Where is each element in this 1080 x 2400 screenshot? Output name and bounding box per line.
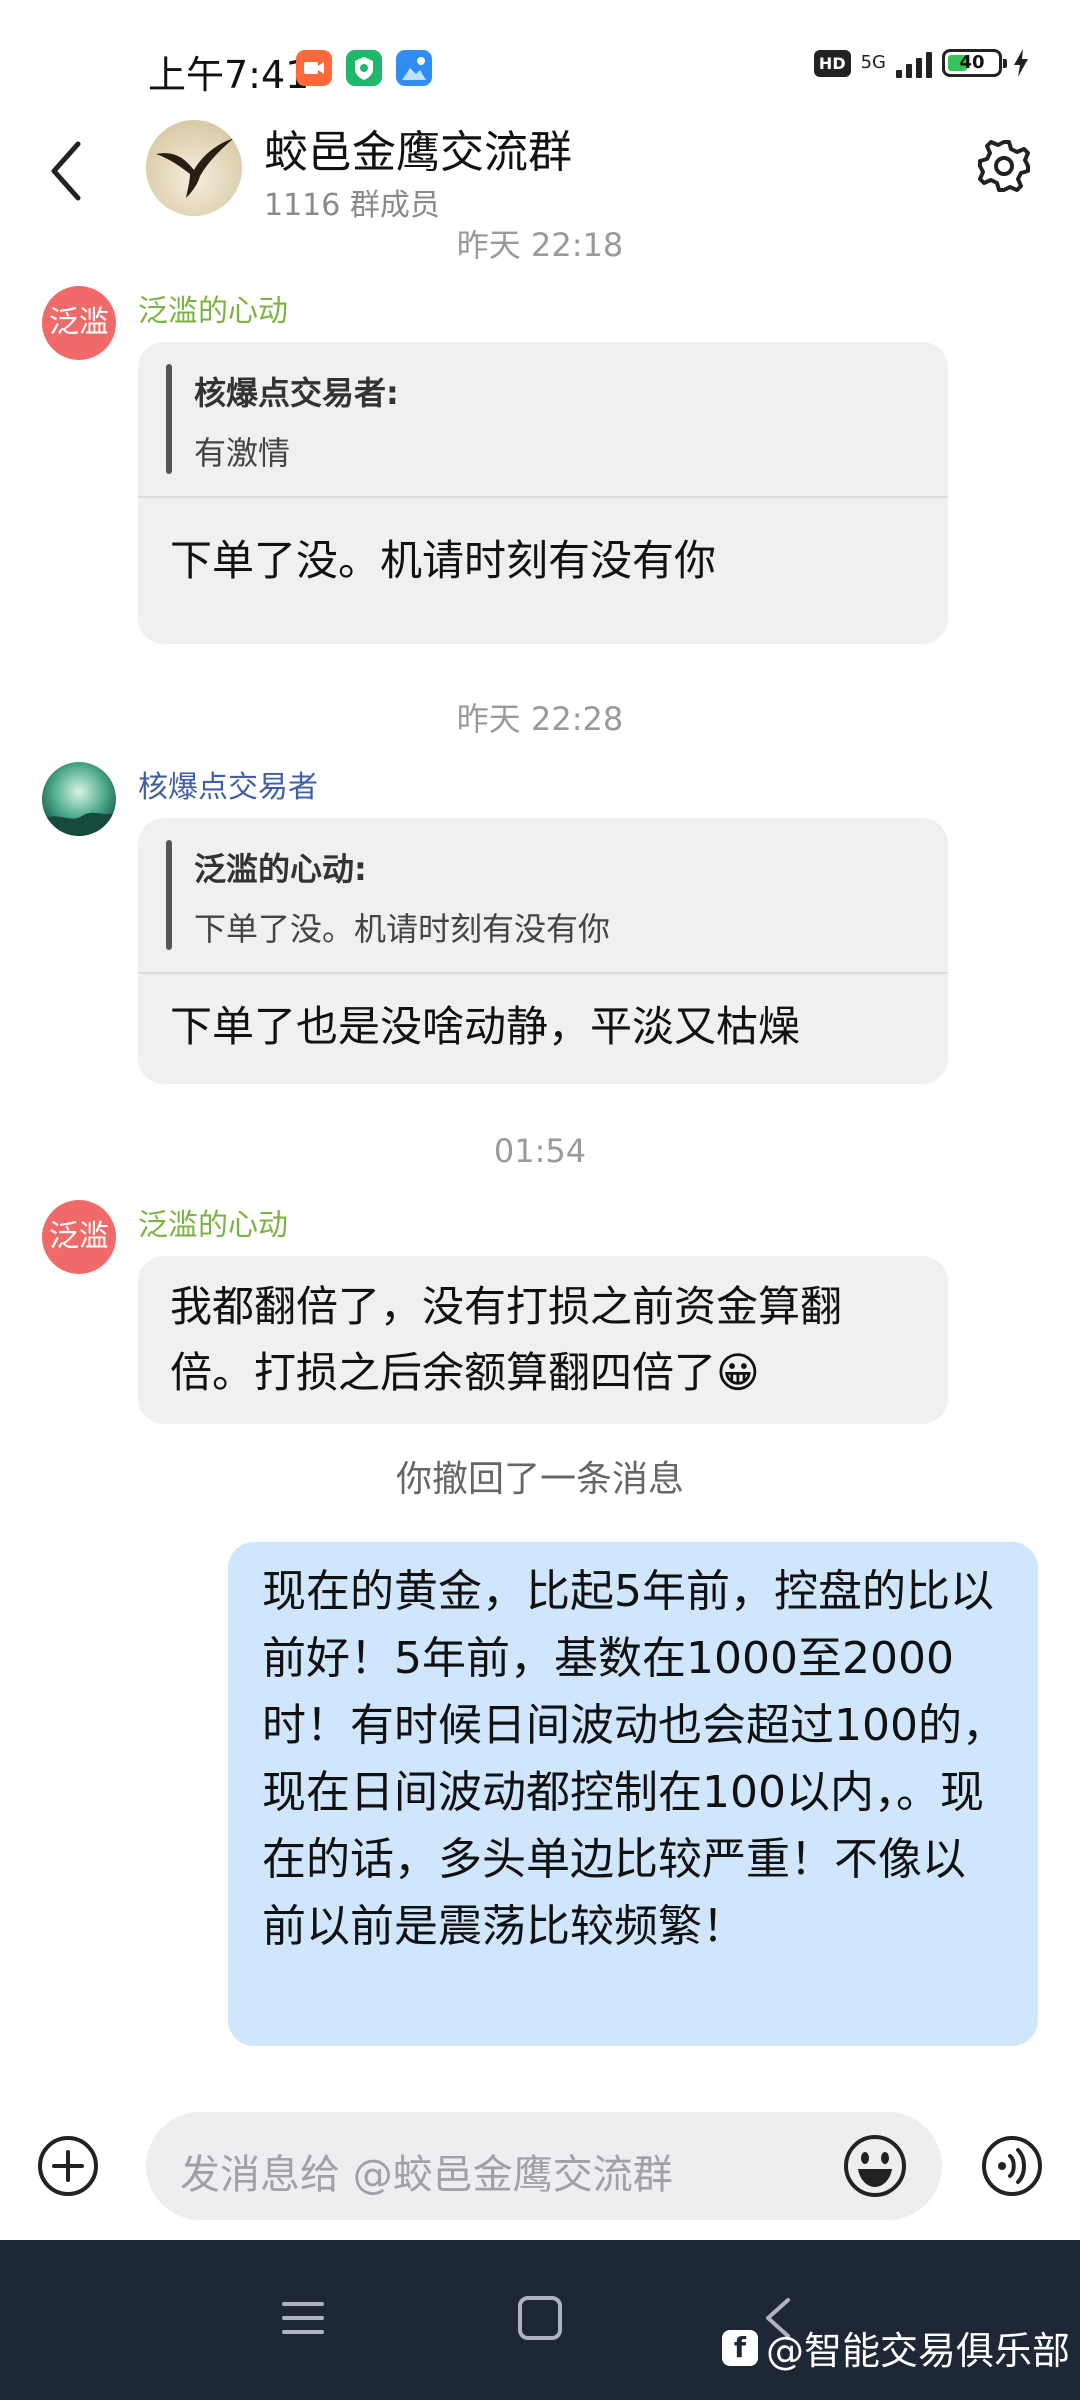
- voice-icon[interactable]: [980, 2134, 1044, 2198]
- message-text: 下单了也是没啥动静，平淡又枯燥: [170, 1002, 801, 1051]
- status-time: 上午7:41: [148, 53, 310, 97]
- sender-name[interactable]: 核爆点交易者: [138, 762, 318, 806]
- group-title: 蛟邑金鹰交流群: [264, 127, 572, 178]
- quote-text: 有激情: [194, 434, 291, 472]
- member-count[interactable]: 1116 群成员: [264, 180, 440, 224]
- watermark-logo: f: [721, 2329, 758, 2366]
- message-text: 下单了没。机请时刻有没有你: [170, 536, 717, 585]
- quote-sender: 泛滥的心动:: [194, 850, 367, 888]
- avatar[interactable]: 泛滥: [42, 1200, 116, 1274]
- video-app-icon: [296, 50, 332, 86]
- battery-icon: 40: [942, 49, 1007, 77]
- timestamp: 昨天 22:28: [456, 700, 624, 738]
- charging-icon: [1014, 49, 1028, 77]
- message-bubble[interactable]: 泛滥的心动: 下单了没。机请时刻有没有你 下单了也是没啥动静，平淡又枯燥: [138, 818, 948, 1084]
- back-icon[interactable]: [42, 136, 92, 206]
- watermark-text: @智能交易俱乐部: [765, 2329, 1070, 2373]
- group-avatar[interactable]: [146, 120, 242, 216]
- quote-text: 下单了没。机请时刻有没有你: [194, 910, 611, 948]
- security-app-icon: [346, 50, 382, 86]
- sender-name[interactable]: 泛滥的心动: [138, 286, 288, 330]
- message-input-placeholder: 发消息给 @蛟邑金鹰交流群: [180, 2152, 673, 2198]
- gear-icon[interactable]: [974, 136, 1034, 196]
- input-bar: 发消息给 @蛟邑金鹰交流群: [0, 2090, 1080, 2240]
- quoted-message[interactable]: 核爆点交易者: 有激情: [138, 342, 948, 498]
- recall-notice: 你撤回了一条消息: [395, 1459, 684, 1500]
- hd-badge: HD: [813, 49, 851, 77]
- message-input[interactable]: 发消息给 @蛟邑金鹰交流群: [146, 2112, 942, 2220]
- quoted-message[interactable]: 泛滥的心动: 下单了没。机请时刻有没有你: [138, 818, 948, 974]
- message-bubble[interactable]: 我都翻倍了，没有打损之前资金算翻倍。打损之后余额算翻四倍了😀: [138, 1256, 948, 1424]
- avatar[interactable]: 泛滥: [42, 286, 116, 360]
- plus-icon[interactable]: [36, 2134, 100, 2198]
- watermark: f @智能交易俱乐部: [721, 2320, 1070, 2375]
- battery-level: 40: [959, 52, 985, 73]
- status-bar: 上午7:41 HD 5G 40: [0, 0, 1080, 120]
- my-message-bubble[interactable]: 现在的黄金，比起5年前，控盘的比以前好！5年前，基数在1000至2000时！有时…: [228, 1542, 1038, 2046]
- avatar[interactable]: [42, 762, 116, 836]
- recent-apps-icon[interactable]: [280, 2298, 326, 2338]
- cloud-app-icon: [396, 50, 432, 86]
- timestamp: 01:54: [493, 1132, 587, 1170]
- system-nav-bar: f @智能交易俱乐部: [0, 2240, 1080, 2400]
- signal-icon: [896, 48, 932, 78]
- home-button[interactable]: [518, 2296, 562, 2340]
- message-text: 我都翻倍了，没有打损之前资金算翻倍。打损之后余额算翻四倍了😀: [170, 1282, 843, 1397]
- message-bubble[interactable]: 核爆点交易者: 有激情 下单了没。机请时刻有没有你: [138, 342, 948, 644]
- quote-sender: 核爆点交易者:: [194, 374, 399, 412]
- chat-header: 蛟邑金鹰交流群 1116 群成员: [0, 110, 1080, 230]
- emoji-icon[interactable]: [842, 2133, 908, 2199]
- status-indicators: HD 5G 40: [813, 48, 1030, 78]
- network-type: 5G: [860, 52, 886, 73]
- sender-name[interactable]: 泛滥的心动: [138, 1200, 288, 1244]
